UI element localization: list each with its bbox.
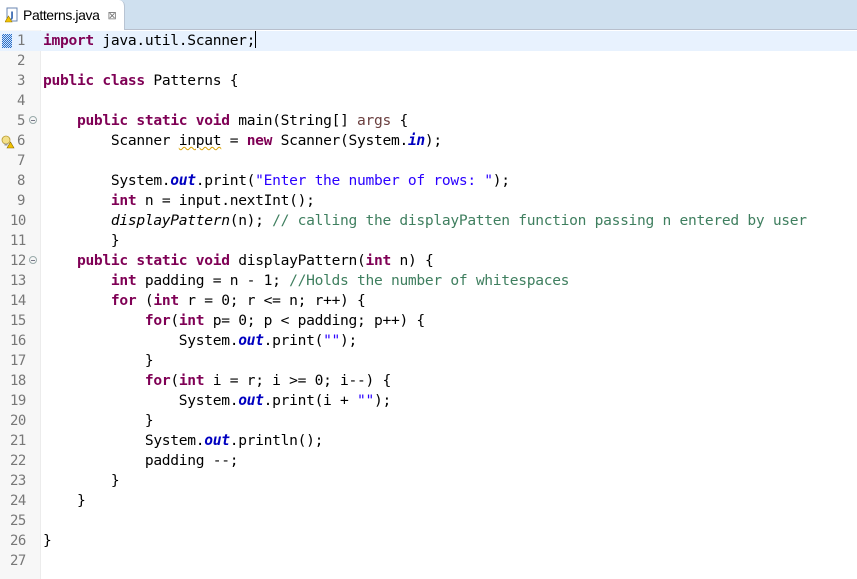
code-line[interactable]: 25 xyxy=(0,511,857,531)
line-number: 3 xyxy=(17,73,25,89)
quickfix-warning-icon[interactable] xyxy=(1,134,15,149)
code-text: System.out.print("Enter the number of ro… xyxy=(43,172,510,189)
code-text: System.out.print(""); xyxy=(43,332,358,349)
line-number: 2 xyxy=(17,53,25,69)
line-number: 25 xyxy=(10,513,26,529)
code-line[interactable]: 13 int padding = n - 1; //Holds the numb… xyxy=(0,271,857,291)
code-editor[interactable]: 1 import java.util.Scanner; 2 3 public class… xyxy=(0,30,857,579)
code-line[interactable]: 1 import java.util.Scanner; xyxy=(0,31,857,51)
tab-patterns-java[interactable]: J Patterns.java ⊠ xyxy=(0,0,125,30)
line-number: 27 xyxy=(10,553,26,569)
code-text: } xyxy=(43,232,120,249)
line-number: 1 xyxy=(17,33,25,49)
code-line[interactable]: 26} xyxy=(0,531,857,551)
code-line[interactable]: 23 } xyxy=(0,471,857,491)
code-text: System.out.println(); xyxy=(43,432,324,449)
code-text: } xyxy=(43,532,52,549)
line-number: 19 xyxy=(10,393,26,409)
code-line[interactable]: 9 int n = input.nextInt(); xyxy=(0,191,857,211)
line-number: 13 xyxy=(10,273,26,289)
code-text: int padding = n - 1; //Holds the number … xyxy=(110,272,570,289)
java-file-warning-icon: J xyxy=(4,7,19,23)
code-line[interactable]: 8 System.out.print("Enter the number of … xyxy=(0,171,857,191)
code-text: for(int i = r; i >= 0; i--) { xyxy=(144,372,391,389)
line-number: 20 xyxy=(10,413,26,429)
code-line[interactable]: 20 } xyxy=(0,411,857,431)
code-text: for (int r = 0; r <= n; r++) { xyxy=(110,292,366,309)
code-text: padding --; xyxy=(43,452,239,469)
code-text: } xyxy=(43,352,154,369)
code-line[interactable]: 7 xyxy=(0,151,857,171)
code-text: } xyxy=(43,472,120,489)
code-text: for(int p= 0; p < padding; p++) { xyxy=(144,312,425,329)
tab-title: Patterns.java xyxy=(23,7,100,23)
line-number: 10 xyxy=(10,213,26,229)
line-number: 4 xyxy=(17,93,25,109)
code-text: public class Patterns { xyxy=(43,72,239,89)
line-number: 9 xyxy=(17,193,25,209)
code-text: public static void main(String[] args { xyxy=(76,112,408,129)
code-text: } xyxy=(43,412,154,429)
code-text: int n = input.nextInt(); xyxy=(110,192,315,209)
editor-tab-bar: J Patterns.java ⊠ xyxy=(0,0,857,30)
bookmark-marker-icon[interactable] xyxy=(2,34,12,48)
line-number: 14 xyxy=(10,293,26,309)
close-tab-icon[interactable]: ⊠ xyxy=(108,9,117,22)
line-number: 18 xyxy=(10,373,26,389)
code-text: System.out.print(i + ""); xyxy=(43,392,392,409)
code-line[interactable]: 12 public static void displayPattern(int… xyxy=(0,251,857,271)
line-number: 8 xyxy=(17,173,25,189)
code-line[interactable]: 27 xyxy=(0,551,857,571)
code-text: } xyxy=(43,492,86,509)
code-text: displayPattern(n); // calling the displa… xyxy=(110,212,807,229)
code-text: import java.util.Scanner; xyxy=(43,31,257,49)
line-number: 23 xyxy=(10,473,26,489)
code-line[interactable]: 18 for(int i = r; i >= 0; i--) { xyxy=(0,371,857,391)
line-number: 7 xyxy=(17,153,25,169)
line-number: 16 xyxy=(10,333,26,349)
line-number: 21 xyxy=(10,433,26,449)
code-line[interactable]: 10 displayPattern(n); // calling the dis… xyxy=(0,211,857,231)
code-line[interactable]: 6 Scanner input = new Scanner(System.in)… xyxy=(0,131,857,151)
code-text: Scanner input = new Scanner(System.in); xyxy=(43,132,442,149)
line-number: 26 xyxy=(10,533,26,549)
code-line[interactable]: 5 public static void main(String[] args … xyxy=(0,111,857,131)
code-line[interactable]: 17 } xyxy=(0,351,857,371)
code-line[interactable]: 15 for(int p= 0; p < padding; p++) { xyxy=(0,311,857,331)
line-number: 6 xyxy=(17,133,25,149)
text-cursor xyxy=(255,31,257,48)
code-line[interactable]: 3 public class Patterns { xyxy=(0,71,857,91)
line-number: 11 xyxy=(10,233,26,249)
code-line[interactable]: 19 System.out.print(i + ""); xyxy=(0,391,857,411)
collapse-fold-icon[interactable] xyxy=(29,256,37,264)
line-number: 22 xyxy=(10,453,26,469)
code-text: public static void displayPattern(int n)… xyxy=(76,252,434,269)
code-line[interactable]: 4 xyxy=(0,91,857,111)
line-number: 24 xyxy=(10,493,26,509)
code-line[interactable]: 21 System.out.println(); xyxy=(0,431,857,451)
code-line[interactable]: 24 } xyxy=(0,491,857,511)
collapse-fold-icon[interactable] xyxy=(29,116,37,124)
code-line[interactable]: 2 xyxy=(0,51,857,71)
code-line[interactable]: 22 padding --; xyxy=(0,451,857,471)
code-line[interactable]: 11 } xyxy=(0,231,857,251)
line-number: 15 xyxy=(10,313,26,329)
code-line[interactable]: 14 for (int r = 0; r <= n; r++) { xyxy=(0,291,857,311)
code-line[interactable]: 16 System.out.print(""); xyxy=(0,331,857,351)
line-number: 17 xyxy=(10,353,26,369)
